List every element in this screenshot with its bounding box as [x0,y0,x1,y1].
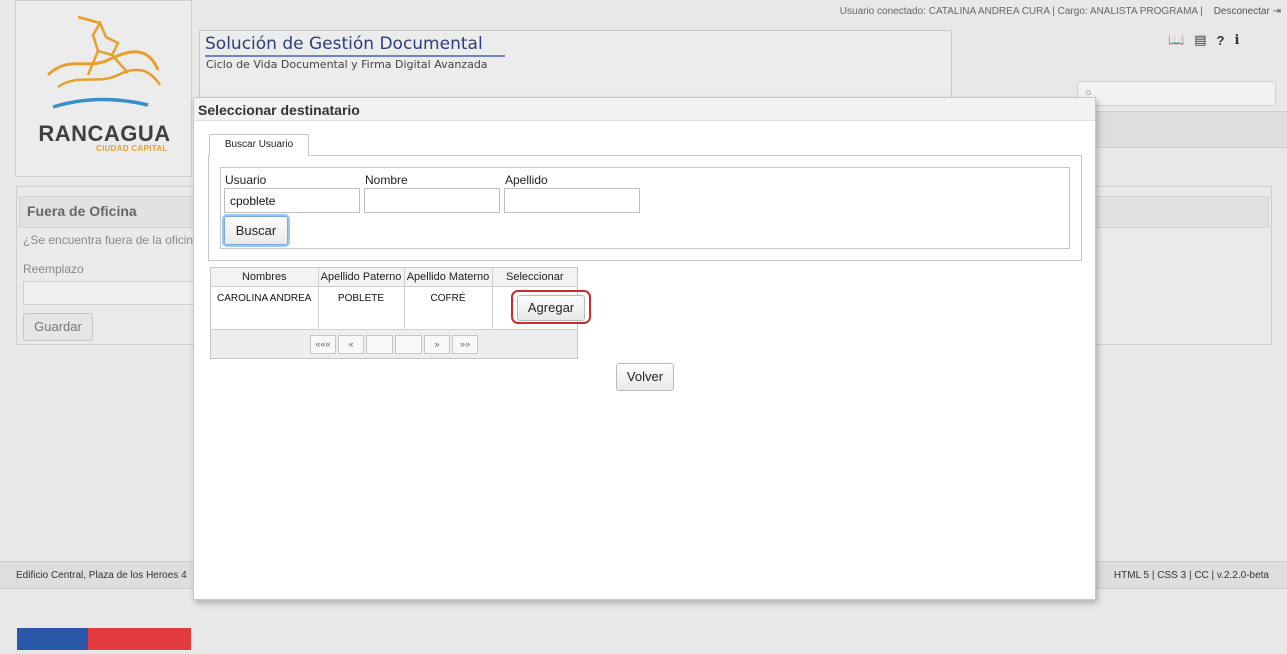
logout-link[interactable]: Desconectar ⇥ [1214,6,1281,17]
column-header-apellido-paterno: Apellido Paterno [318,268,405,287]
cell-nombres: CAROLINA ANDREA [211,286,319,329]
flag-blue-stripe [17,628,88,650]
add-button-highlight: Agregar [511,290,591,324]
horseman-emblem-icon [46,15,162,109]
cell-apellido-paterno: POBLETE [318,286,405,329]
search-form: Usuario Nombre Apellido Buscar [220,167,1070,249]
table-header-row: Nombres Apellido Paterno Apellido Matern… [211,268,577,287]
out-of-office-question: ¿Se encuentra fuera de la oficin [23,233,194,247]
out-of-office-title: Fuera de Oficina [27,203,137,219]
select-recipient-dialog: Seleccionar destinatario Buscar Usuario … [193,97,1096,600]
book-icon[interactable]: 📖 [1168,32,1184,48]
column-header-apellido-materno: Apellido Materno [404,268,493,287]
column-header-seleccionar: Seleccionar [492,268,577,287]
usuario-input[interactable] [224,188,360,213]
add-button[interactable]: Agregar [517,295,585,321]
apellido-label: Apellido [505,173,548,187]
search-button[interactable]: Buscar [224,216,288,245]
nombre-input[interactable] [364,188,500,213]
pagination: ««« « » »» [211,329,577,358]
replacement-label: Reemplazo [23,262,84,276]
first-page-button[interactable]: ««« [310,335,336,354]
save-button[interactable]: Guardar [23,313,93,341]
next-page-button[interactable]: » [424,335,450,354]
nombre-label: Nombre [365,173,408,187]
dialog-title: Seleccionar destinatario [194,98,1095,121]
footer-address: Edificio Central, Plaza de los Heroes 4 [16,570,187,581]
footer-version: HTML 5 | CSS 3 | CC | v.2.2.0-beta [1113,570,1269,581]
logout-label: Desconectar [1213,6,1270,17]
app-header: Solución de Gestión Documental Ciclo de … [199,30,952,100]
help-icon[interactable]: ? [1216,33,1224,48]
nav-bar [1096,111,1287,148]
connected-user-text: Usuario conectado: CATALINA ANDREA CURA … [839,6,1203,17]
info-icon[interactable]: i [1234,33,1239,48]
rancagua-logo: RANCAGUA CIUDAD CAPITAL [15,0,192,177]
header-icons: 📖 ▤ ? i [1168,32,1239,48]
app-subtitle: Ciclo de Vida Documental y Firma Digital… [206,58,488,71]
results-table: Nombres Apellido Paterno Apellido Matern… [210,267,591,359]
global-search-input[interactable]: ○ [1077,81,1276,106]
apellido-input[interactable] [504,188,640,213]
page-slot-2[interactable] [395,335,422,354]
user-info: Usuario conectado: CATALINA ANDREA CURA … [840,6,1281,17]
cell-apellido-materno: COFRÉ [404,286,493,329]
flag-red-stripe [88,628,191,650]
usuario-label: Usuario [225,173,267,187]
back-button[interactable]: Volver [616,363,674,391]
last-page-button[interactable]: »» [452,335,478,354]
page-slot-1[interactable] [366,335,393,354]
search-tab-content: Usuario Nombre Apellido Buscar [208,155,1082,261]
column-header-nombres: Nombres [211,268,319,287]
tab-search-user[interactable]: Buscar Usuario [209,134,309,156]
logout-icon: ⇥ [1272,6,1281,17]
logo-subtitle: CIUDAD CAPITAL [96,144,168,153]
app-title: Solución de Gestión Documental [205,34,505,57]
newspaper-icon[interactable]: ▤ [1194,32,1206,48]
prev-page-button[interactable]: « [338,335,364,354]
